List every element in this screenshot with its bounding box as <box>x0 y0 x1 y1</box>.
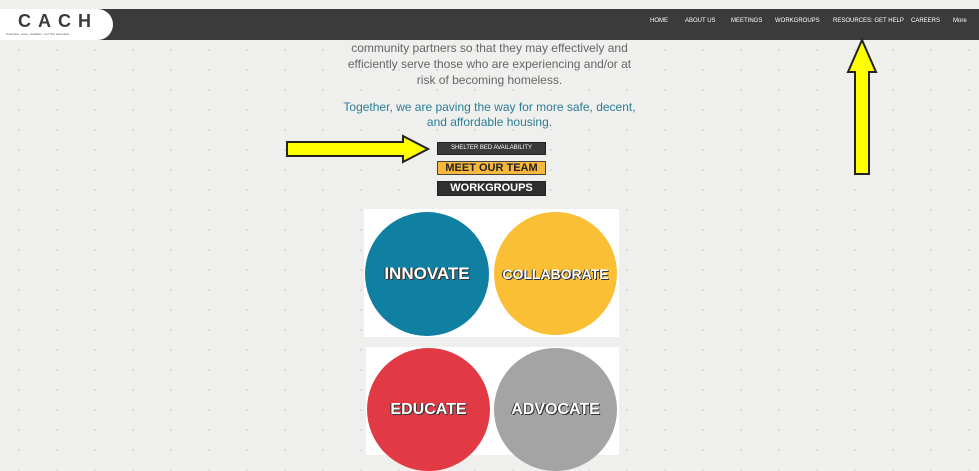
innovate-tile[interactable]: INNOVATE <box>364 209 491 337</box>
shelter-bed-availability-button[interactable]: SHELTER BED AVAILABILITY <box>437 142 546 155</box>
educate-advocate-tile: EDUCATE ADVOCATE <box>366 347 619 471</box>
educate-circle[interactable]: EDUCATE <box>367 348 490 471</box>
nav-home[interactable]: HOME <box>650 18 668 24</box>
intro-line-1: community partners so that they may effe… <box>351 41 628 55</box>
collaborate-circle: COLLABORATE <box>494 212 617 335</box>
nav-more[interactable]: More <box>953 18 967 24</box>
tagline-line-2: and affordable housing. <box>426 115 553 129</box>
nav-workgroups[interactable]: WORKGROUPS <box>775 18 820 24</box>
tagline-line-1: Together, we are paving the way for more… <box>343 100 636 114</box>
nav-resources-get-help[interactable]: RESOURCES: GET HELP <box>833 18 904 24</box>
mission-tagline: Together, we are paving the way for more… <box>0 100 979 130</box>
nav-meetings[interactable]: MEETINGS <box>731 18 762 24</box>
nav-about-us[interactable]: ABOUT US <box>685 18 716 24</box>
collaborate-tile[interactable]: COLLABORATE <box>491 209 619 337</box>
meet-our-team-button[interactable]: MEET OUR TEAM <box>437 161 546 175</box>
advocate-circle[interactable]: ADVOCATE <box>494 348 617 471</box>
innovate-circle: INNOVATE <box>365 212 489 336</box>
logo-tagline: Columbia - Area - Coalition - For The Ho… <box>6 32 70 36</box>
workgroups-button[interactable]: WORKGROUPS <box>437 181 546 196</box>
nav-careers[interactable]: CAREERS <box>911 18 940 24</box>
intro-line-3: risk of becoming homeless. <box>416 73 563 87</box>
right-arrow-icon <box>286 134 430 164</box>
intro-line-2: efficiently serve those who are experien… <box>347 57 632 71</box>
intro-paragraph: community partners so that they may effe… <box>0 40 979 88</box>
main-nav: HOME ABOUT US MEETINGS WORKGROUPS RESOUR… <box>0 18 979 30</box>
up-arrow-icon <box>846 38 878 175</box>
